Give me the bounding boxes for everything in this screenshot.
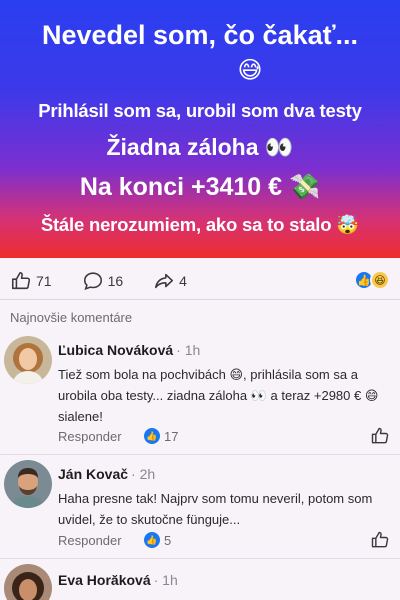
user-avatar-icon	[4, 460, 52, 508]
eyes-emoji: 👀	[264, 135, 294, 161]
comment-like-count: 17	[164, 428, 179, 444]
comment-item: Ľubica Nováková · 1h Tiež som bola na poc…	[0, 336, 400, 448]
comment-likes: 👍 5	[144, 532, 171, 548]
comment-item: Eva Horăková · 1h	[0, 564, 400, 600]
like-badge-icon: 👍	[144, 428, 160, 444]
comment-author[interactable]: Ľubica Nováková	[58, 342, 173, 358]
like-count: 71	[36, 272, 52, 289]
avatar[interactable]	[4, 460, 52, 508]
user-avatar-icon	[4, 564, 52, 600]
comments-section-title: Najnovšie komentáre	[10, 310, 133, 325]
comment-header: Ľubica Nováková · 1h	[58, 342, 200, 358]
subline-confusion: Štále nerozumiem, ako sa to stalo 🤯	[40, 214, 360, 236]
subline-registered: Prihlásil som sa, urobil som dva testy	[38, 100, 362, 121]
like-badge-icon: 👍	[144, 532, 160, 548]
money-wings-emoji: 💸	[289, 172, 321, 201]
like-action[interactable]: 71	[10, 270, 52, 292]
comment-likes: 👍 17	[144, 428, 178, 444]
subline-result: Na konci +3410 € 💸	[79, 172, 321, 201]
share-count: 4	[179, 272, 187, 289]
comment-author[interactable]: Eva Horăková	[58, 572, 151, 588]
comment-item: Ján Kovač · 2h Haha presne tak! Najprv so…	[0, 460, 400, 556]
reaction-summary[interactable]: 👍 😆	[354, 270, 390, 290]
thumbs-up-icon	[11, 271, 31, 289]
thumbs-up-icon[interactable]	[370, 530, 390, 550]
comment-time: · 1h	[153, 572, 178, 588]
comment-count: 16	[107, 272, 124, 289]
comment-footer: Responder 👍 17	[58, 426, 390, 448]
comment-text: Tiež som bola na pochvibách 😄, prihlásil…	[58, 367, 379, 424]
sweat-smile-emoji: 😅	[237, 56, 263, 84]
comment-action[interactable]: 16	[82, 270, 124, 292]
comment-text: Haha presne tak! Najprv som tomu neveril…	[58, 491, 373, 527]
reply-button[interactable]: Responder	[58, 533, 122, 548]
reply-button[interactable]: Responder	[58, 429, 122, 444]
comment-time: · 2h	[131, 466, 156, 482]
comment-bubble-icon	[83, 271, 102, 290]
comment-divider	[0, 454, 400, 455]
laugh-reaction-icon: 😆	[370, 270, 390, 290]
comment-footer: Responder 👍 5	[58, 530, 390, 552]
user-avatar-icon	[4, 336, 52, 384]
comment-header: Eva Horăková · 1h	[58, 572, 178, 588]
headline: Nevedel som, čo čakať...	[41, 20, 359, 50]
share-arrow-icon	[155, 273, 174, 288]
post-action-bar: 71 16 4 👍 😆	[0, 262, 400, 300]
subline-no-deposit: Žiadna záloha 👀	[106, 134, 294, 161]
thumbs-up-icon[interactable]	[370, 426, 390, 446]
comment-header: Ján Kovač · 2h	[58, 466, 155, 482]
avatar[interactable]	[4, 336, 52, 384]
comment-time: · 1h	[176, 342, 201, 358]
share-action[interactable]: 4	[153, 270, 187, 292]
comment-like-count: 5	[164, 532, 172, 548]
mind-blown-emoji: 🤯	[336, 215, 360, 236]
comment-divider	[0, 558, 400, 559]
comment-author[interactable]: Ján Kovač	[58, 466, 128, 482]
avatar[interactable]	[4, 564, 52, 600]
post-image-banner: Nevedel som, čo čakať... 😅 Prihlásil som…	[0, 0, 400, 258]
